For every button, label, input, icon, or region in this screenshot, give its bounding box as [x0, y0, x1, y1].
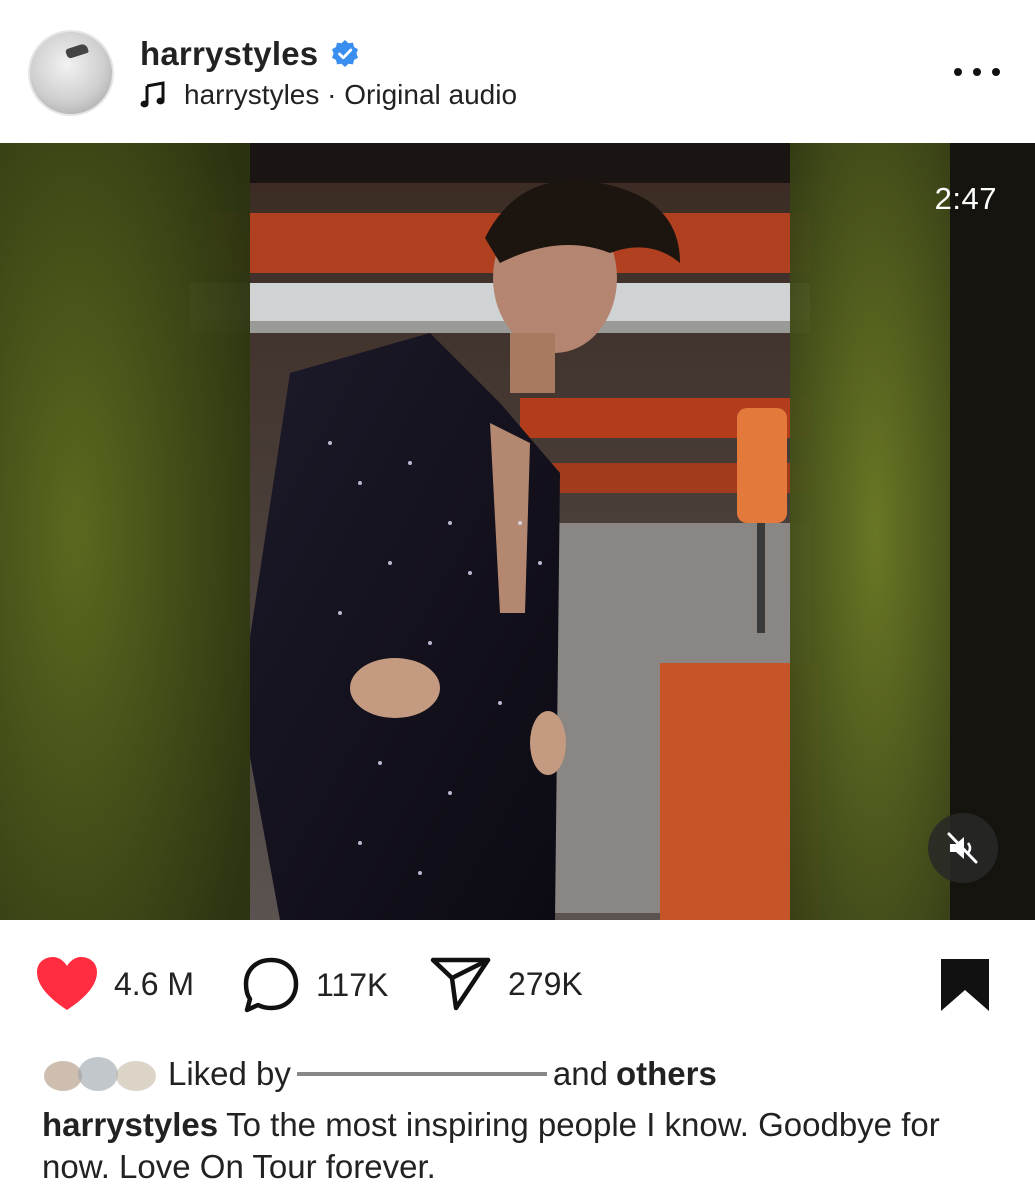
post-header: harrystyles harrystyles · Original audio — [0, 0, 1035, 143]
liked-by-avatars[interactable] — [42, 1053, 162, 1095]
audio-row[interactable]: harrystyles · Original audio — [138, 78, 517, 112]
more-options-button[interactable] — [948, 58, 1006, 86]
liked-avatar — [44, 1061, 82, 1091]
bookmark-icon — [941, 959, 989, 1011]
share-button[interactable]: 279K — [430, 956, 583, 1012]
video-duration: 2:47 — [934, 181, 997, 216]
verified-badge-icon — [332, 40, 359, 67]
video-player[interactable]: 2:47 — [0, 143, 1035, 920]
comment-count[interactable]: 117K — [316, 967, 388, 1004]
liked-by-row[interactable]: Liked by and others — [42, 1052, 717, 1096]
speaker-muted-icon — [947, 832, 978, 864]
like-count[interactable]: 4.6 M — [114, 966, 194, 1003]
liked-by-and: and — [552, 1055, 608, 1092]
redacted-username[interactable] — [296, 1072, 547, 1076]
share-count[interactable]: 279K — [508, 966, 583, 1003]
paper-plane-icon — [430, 957, 491, 1011]
audio-label: harrystyles · Original audio — [184, 79, 518, 110]
more-dot — [973, 68, 981, 76]
mute-button[interactable] — [928, 813, 998, 883]
music-note-icon — [140, 81, 165, 108]
more-dots-icon — [954, 68, 962, 76]
profile-avatar[interactable] — [28, 30, 114, 116]
like-button[interactable]: 4.6 M — [36, 956, 194, 1012]
liked-by-prefix: Liked by — [168, 1055, 291, 1092]
caption-username[interactable]: harrystyles — [42, 1106, 218, 1143]
username-row: harrystyles — [140, 34, 360, 74]
liked-avatar — [116, 1061, 156, 1091]
username-link[interactable]: harrystyles — [140, 35, 318, 73]
save-button[interactable] — [938, 956, 992, 1019]
liked-avatar — [78, 1057, 118, 1091]
post-caption: harrystyles To the most inspiring people … — [42, 1104, 1002, 1188]
liked-by-others-link[interactable]: others — [616, 1055, 717, 1093]
comment-button[interactable]: 117K — [242, 956, 388, 1014]
more-dot — [992, 68, 1000, 76]
comment-bubble-icon — [243, 957, 299, 1013]
avatar-figure — [64, 42, 90, 60]
video-frame — [0, 143, 1035, 920]
post-actions: 4.6 M 117K 279K — [0, 920, 1035, 1050]
heart-icon — [37, 957, 97, 1010]
